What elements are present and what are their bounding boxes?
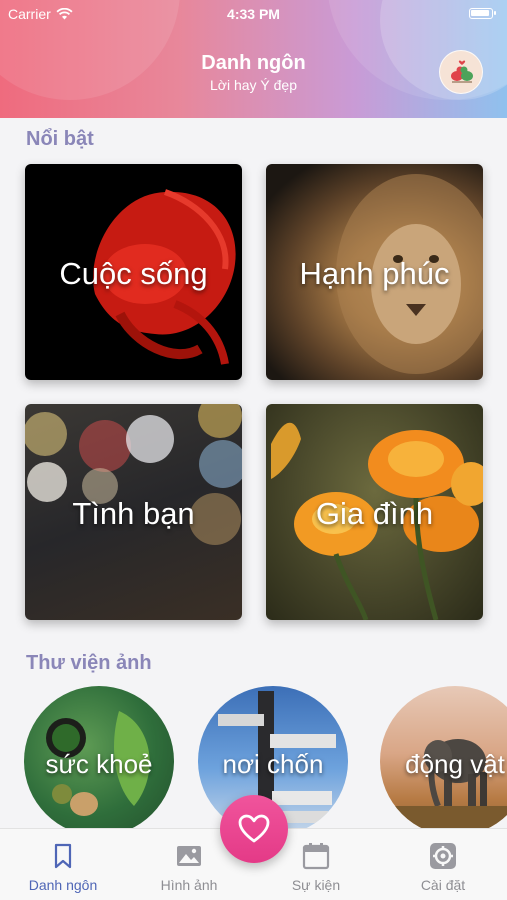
birds-logo-icon [451, 60, 473, 83]
featured-section-title: Nổi bật [26, 128, 94, 150]
tab-settings[interactable]: Cài đặt [388, 841, 498, 893]
tab-label: Hình ảnh [160, 877, 218, 893]
gallery-section-title: Thư viện ảnh [26, 652, 152, 674]
featured-card-label: Cuộc sống [59, 256, 208, 291]
featured-card-life[interactable]: Cuộc sống [25, 164, 242, 380]
featured-card-label: Tình bạn [72, 496, 195, 531]
avatar[interactable] [439, 50, 483, 94]
header-titles: Danh ngôn Lời hay Ý đẹp [0, 52, 507, 93]
featured-card-happiness[interactable]: Hạnh phúc [266, 164, 483, 380]
featured-card-family[interactable]: Gia đình [266, 404, 483, 620]
page-title: Danh ngôn [201, 52, 306, 74]
status-time: 4:33 PM [227, 6, 280, 22]
gallery-item-animals[interactable]: động vật [380, 686, 507, 836]
featured-card-friendship[interactable]: Tình bạn [25, 404, 242, 620]
status-bar: Carrier 4:33 PM [0, 0, 507, 28]
battery-icon [469, 8, 496, 19]
tab-label: Cài đặt [420, 877, 466, 893]
bookmark-icon [54, 843, 72, 869]
image-icon [177, 846, 201, 866]
tab-label: Danh ngôn [28, 877, 98, 893]
tab-quotes[interactable]: Danh ngôn [8, 841, 118, 893]
page-subtitle: Lời hay Ý đẹp [209, 77, 297, 93]
tab-label: Sự kiện [291, 877, 341, 893]
gallery-item-label: sức khoẻ [45, 749, 153, 779]
gallery-item-health[interactable]: sức khoẻ [24, 686, 174, 836]
gallery-item-label: động vật [405, 749, 505, 779]
featured-card-label: Hạnh phúc [299, 256, 450, 291]
featured-card-label: Gia đình [315, 496, 434, 531]
favorites-button[interactable] [220, 795, 288, 863]
calendar-icon [302, 843, 330, 870]
app-header: Carrier 4:33 PM Danh ngôn Lời hay Ý đẹp [0, 0, 507, 118]
gallery-item-label: nơi chốn [222, 749, 324, 779]
gear-icon [430, 843, 456, 869]
heart-icon [238, 814, 270, 843]
